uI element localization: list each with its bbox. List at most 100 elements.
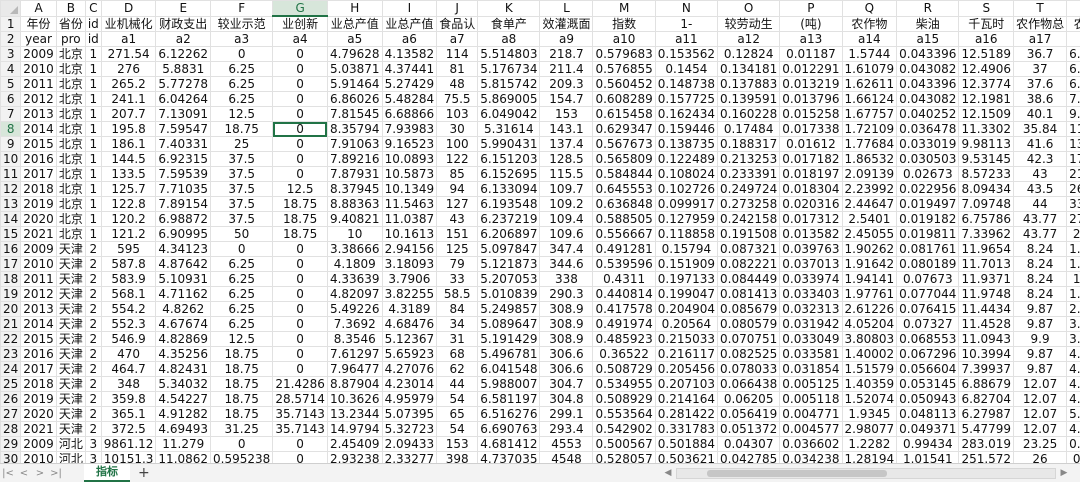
cell-M2[interactable]: a10 — [592, 31, 656, 47]
cell-K12[interactable]: 6.133094 — [477, 181, 541, 197]
first-sheet-button[interactable]: |< — [0, 468, 16, 479]
cell-P5[interactable]: 0.013219 — [779, 76, 843, 92]
cell-B15[interactable]: 北京 — [55, 226, 86, 242]
cell-N1[interactable]: 1- — [654, 15, 719, 32]
cell-C1[interactable]: id — [84, 15, 102, 32]
cell-A7[interactable]: 2013 — [20, 106, 57, 122]
cell-P9[interactable]: 0.01612 — [779, 136, 843, 152]
column-header-J[interactable]: J — [436, 0, 479, 17]
cell-K25[interactable]: 5.988007 — [477, 376, 541, 392]
cell-R10[interactable]: 0.030503 — [896, 151, 960, 167]
row-header[interactable]: 14 — [0, 211, 22, 227]
cell-M30[interactable]: 0.528057 — [592, 451, 656, 463]
cell-S14[interactable]: 6.75786 — [958, 211, 1015, 227]
cell-H24[interactable]: 7.96477 — [326, 361, 383, 377]
cell-A28[interactable]: 2021 — [20, 421, 57, 437]
cell-I7[interactable]: 6.68866 — [381, 106, 438, 122]
select-all-corner[interactable] — [0, 0, 22, 17]
cell-L7[interactable]: 153 — [539, 106, 594, 122]
cell-O14[interactable]: 0.242158 — [717, 211, 781, 227]
cell-M24[interactable]: 0.508729 — [592, 361, 656, 377]
cell-R1[interactable]: 柴油 — [896, 15, 960, 32]
cell-N2[interactable]: a11 — [654, 31, 719, 47]
cell-M26[interactable]: 0.508929 — [592, 391, 656, 407]
cell-E24[interactable]: 4.82431 — [155, 361, 212, 377]
cell-S20[interactable]: 11.4434 — [958, 301, 1015, 317]
cell-Q29[interactable]: 1.2282 — [841, 436, 898, 452]
cell-T17[interactable]: 8.24 — [1013, 256, 1068, 272]
cell-R18[interactable]: 0.07673 — [896, 271, 960, 287]
cell-P26[interactable]: 0.005118 — [779, 391, 843, 407]
cell-B4[interactable]: 北京 — [55, 61, 86, 77]
cell-R25[interactable]: 0.053145 — [896, 376, 960, 392]
cell-F13[interactable]: 37.5 — [210, 196, 274, 212]
cell-D5[interactable]: 265.2 — [100, 76, 157, 92]
cell-F18[interactable]: 6.25 — [210, 271, 274, 287]
cell-I20[interactable]: 4.3189 — [381, 301, 438, 317]
cell-M12[interactable]: 0.645553 — [592, 181, 656, 197]
cell-E10[interactable]: 6.92315 — [155, 151, 212, 167]
cell-L22[interactable]: 308.9 — [539, 331, 594, 347]
cell-D14[interactable]: 120.2 — [100, 211, 157, 227]
cell-O15[interactable]: 0.191508 — [717, 226, 781, 242]
cell-S26[interactable]: 6.82704 — [958, 391, 1015, 407]
cell-O19[interactable]: 0.081413 — [717, 286, 781, 302]
cell-H17[interactable]: 4.1809 — [326, 256, 383, 272]
cell-Q30[interactable]: 1.28194 — [841, 451, 898, 463]
cell-H9[interactable]: 7.91063 — [326, 136, 383, 152]
cell-R27[interactable]: 0.048113 — [896, 406, 960, 422]
cell-F21[interactable]: 6.25 — [210, 316, 274, 332]
cell-F12[interactable]: 37.5 — [210, 181, 274, 197]
cell-P6[interactable]: 0.013796 — [779, 91, 843, 107]
cell-E30[interactable]: 11.0862 — [155, 451, 212, 463]
add-sheet-button[interactable]: + — [138, 465, 150, 481]
cell-K23[interactable]: 5.496781 — [477, 346, 541, 362]
cell-G21[interactable]: 0 — [272, 316, 328, 332]
cell-K24[interactable]: 6.041548 — [477, 361, 541, 377]
cell-A27[interactable]: 2020 — [20, 406, 57, 422]
cell-K20[interactable]: 5.249857 — [477, 301, 541, 317]
cell-R24[interactable]: 0.056604 — [896, 361, 960, 377]
cell-I30[interactable]: 2.33277 — [381, 451, 438, 463]
cell-T13[interactable]: 44 — [1013, 196, 1068, 212]
cell-E6[interactable]: 6.04264 — [155, 91, 212, 107]
row-header[interactable]: 22 — [0, 331, 22, 347]
cell-K19[interactable]: 5.010839 — [477, 286, 541, 302]
cell-L21[interactable]: 308.9 — [539, 316, 594, 332]
cell-D1[interactable]: 业机械化 — [100, 15, 157, 32]
row-header[interactable]: 3 — [0, 46, 22, 62]
cell-Q14[interactable]: 2.5401 — [841, 211, 898, 227]
cell-U15[interactable]: 22.9202 — [1066, 226, 1080, 242]
cell-H22[interactable]: 8.3546 — [326, 331, 383, 347]
cell-S11[interactable]: 8.57233 — [958, 166, 1015, 182]
cell-G17[interactable]: 0 — [272, 256, 328, 272]
cell-F17[interactable]: 6.25 — [210, 256, 274, 272]
cell-J1[interactable]: 食品认 — [436, 15, 479, 32]
cell-K30[interactable]: 4.737035 — [477, 451, 541, 463]
cell-A1[interactable]: 年份 — [20, 15, 57, 32]
column-header-B[interactable]: B — [55, 0, 86, 17]
row-header[interactable]: 16 — [0, 241, 22, 257]
cell-P10[interactable]: 0.017182 — [779, 151, 843, 167]
cell-D6[interactable]: 241.1 — [100, 91, 157, 107]
cell-I25[interactable]: 4.23014 — [381, 376, 438, 392]
cell-Q28[interactable]: 2.98077 — [841, 421, 898, 437]
cell-O22[interactable]: 0.070751 — [717, 331, 781, 347]
cell-S6[interactable]: 12.1981 — [958, 91, 1015, 107]
cell-B19[interactable]: 天津 — [55, 286, 86, 302]
cell-U14[interactable]: 27.49491 — [1066, 211, 1080, 227]
cell-D27[interactable]: 365.1 — [100, 406, 157, 422]
cell-R16[interactable]: 0.081761 — [896, 241, 960, 257]
cell-O9[interactable]: 0.188317 — [717, 136, 781, 152]
cell-D30[interactable]: 10151.3 — [100, 451, 157, 463]
cell-A16[interactable]: 2009 — [20, 241, 57, 257]
horizontal-scrollbar[interactable] — [676, 467, 1056, 479]
cell-B8[interactable]: 北京 — [55, 121, 86, 137]
row-header[interactable]: 10 — [0, 151, 22, 167]
cell-G4[interactable]: 0 — [272, 61, 328, 77]
cell-Q2[interactable]: a14 — [841, 31, 898, 47]
cell-R28[interactable]: 0.049371 — [896, 421, 960, 437]
column-header-I[interactable]: I — [381, 0, 438, 17]
cell-K21[interactable]: 5.089647 — [477, 316, 541, 332]
cell-N14[interactable]: 0.127959 — [654, 211, 719, 227]
